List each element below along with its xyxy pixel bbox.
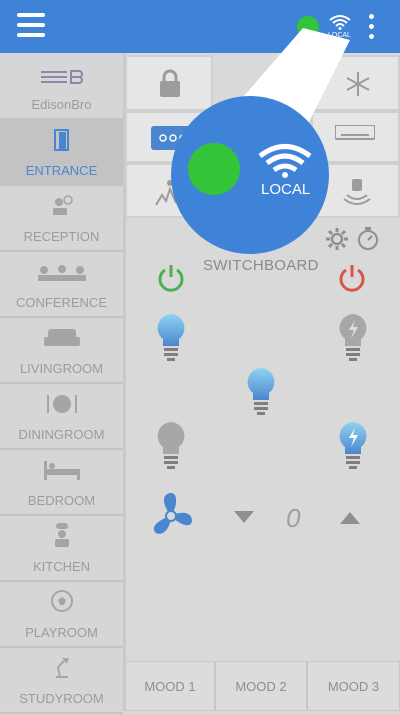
- wifi-icon-large: [258, 144, 312, 178]
- connection-mode-label-large: LOCAL: [261, 181, 311, 198]
- online-status-dot-large: [188, 143, 240, 195]
- callout-pointer: [210, 28, 350, 140]
